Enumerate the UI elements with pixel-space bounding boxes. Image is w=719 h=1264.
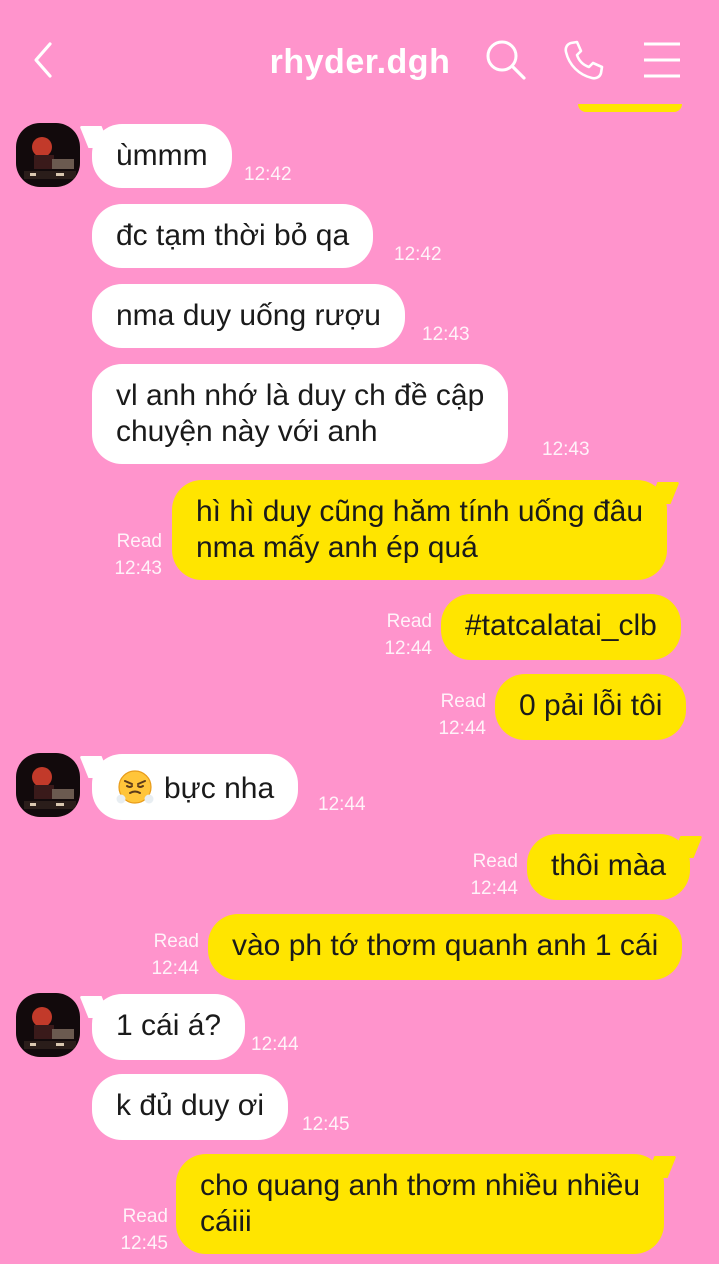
- message-text: vào ph tớ thơm quanh anh 1 cái: [232, 929, 659, 962]
- chat-header: rhyder.dgh: [0, 0, 719, 118]
- message-meta: Read 12:44: [424, 688, 486, 742]
- message-time: 12:44: [384, 638, 432, 659]
- face-with-steam-icon: [116, 770, 154, 804]
- message-text: k đủ duy ơi: [116, 1089, 265, 1122]
- message-meta: Read 12:44: [456, 848, 518, 902]
- message-bubble[interactable]: 1 cái á?: [92, 994, 246, 1060]
- message-bubble[interactable]: đc tạm thời bỏ qa: [92, 204, 374, 268]
- message-text: đc tạm thời bỏ qa: [116, 219, 350, 252]
- read-status: Read: [122, 1206, 168, 1227]
- read-status: Read: [440, 691, 486, 712]
- message-text-line: cho quang anh thơm nhiều nhiều: [200, 1169, 641, 1202]
- phone-icon: [564, 40, 604, 80]
- message-time: 12:44: [470, 878, 518, 899]
- menu-button[interactable]: [640, 38, 684, 82]
- avatar-image: [16, 753, 80, 817]
- message-text-line: cáiii: [200, 1205, 252, 1238]
- avatar[interactable]: [16, 753, 80, 817]
- message-time: 12:43: [114, 558, 162, 579]
- previous-message-bubble-edge: [578, 104, 682, 112]
- message-bubble[interactable]: vào ph tớ thơm quanh anh 1 cái: [208, 914, 683, 980]
- message-bubble[interactable]: nma duy uống rượu: [92, 284, 405, 348]
- message-text: 1 cái á?: [116, 1009, 222, 1042]
- message-time: 12:42: [244, 164, 292, 185]
- hamburger-menu-icon: [644, 42, 680, 78]
- message-bubble[interactable]: thôi màa: [527, 834, 691, 900]
- chat-title: rhyder.dgh: [269, 43, 451, 81]
- message-time: 12:44: [438, 718, 486, 739]
- avatar[interactable]: [16, 993, 80, 1057]
- message-text-line: nma mấy anh ép quá: [196, 531, 478, 564]
- message-text-line: chuyện này với anh: [116, 415, 378, 448]
- back-button[interactable]: [28, 40, 58, 80]
- message-meta: Read 12:44: [370, 608, 432, 662]
- message-time: 12:44: [251, 1034, 299, 1055]
- message-time: 12:43: [542, 439, 590, 460]
- avatar-image: [16, 123, 80, 187]
- message-text: nma duy uống rượu: [116, 299, 381, 332]
- read-status: Read: [386, 611, 432, 632]
- message-time: 12:43: [422, 324, 470, 345]
- message-text: thôi màa: [551, 849, 667, 882]
- message-text: #tatcalatai_clb: [465, 609, 657, 642]
- message-time: 12:42: [394, 244, 442, 265]
- message-time: 12:44: [151, 958, 199, 979]
- message-bubble[interactable]: bực nha: [92, 754, 299, 820]
- message-text: 0 pải lỗi tôi: [519, 689, 663, 722]
- message-bubble[interactable]: cho quang anh thơm nhiều nhiều cáiii: [176, 1154, 665, 1254]
- message-meta: Read 12:44: [137, 928, 199, 982]
- read-status: Read: [116, 531, 162, 552]
- message-bubble[interactable]: #tatcalatai_clb: [441, 594, 681, 660]
- message-bubble[interactable]: vl anh nhớ là duy ch đề cập chuyện này v…: [92, 364, 509, 464]
- message-time: 12:45: [120, 1233, 168, 1254]
- message-text: ùmmm: [116, 139, 208, 172]
- search-button[interactable]: [484, 38, 528, 82]
- message-bubble[interactable]: 0 pải lỗi tôi: [495, 674, 687, 740]
- message-text-line: hì hì duy cũng hăm tính uống đâu: [196, 495, 643, 528]
- avatar-image: [16, 993, 80, 1057]
- message-bubble[interactable]: k đủ duy ơi: [92, 1074, 289, 1140]
- message-meta: Read 12:43: [100, 528, 162, 582]
- chevron-left-icon: [34, 42, 52, 78]
- message-meta: Read 12:45: [106, 1203, 168, 1257]
- message-time: 12:44: [318, 794, 366, 815]
- message-bubble[interactable]: ùmmm: [92, 124, 232, 188]
- message-time: 12:45: [302, 1114, 350, 1135]
- search-icon: [486, 40, 526, 80]
- message-text: bực nha: [164, 772, 275, 805]
- message-text-line: vl anh nhớ là duy ch đề cập: [116, 379, 485, 412]
- message-bubble[interactable]: hì hì duy cũng hăm tính uống đâu nma mấy…: [172, 480, 667, 580]
- avatar[interactable]: [16, 123, 80, 187]
- read-status: Read: [153, 931, 199, 952]
- call-button[interactable]: [562, 38, 606, 82]
- read-status: Read: [472, 851, 518, 872]
